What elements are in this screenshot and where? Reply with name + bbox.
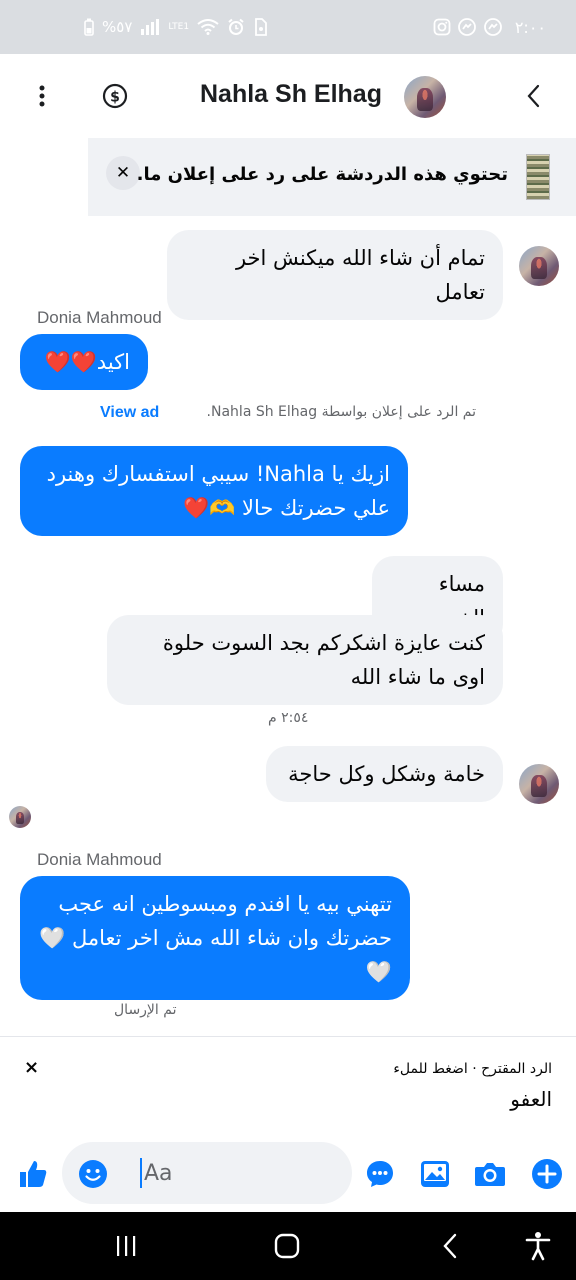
close-banner-button[interactable]: ✕ [106, 156, 140, 190]
plus-circle-icon [532, 1159, 562, 1189]
chat-extensions-button[interactable] [362, 1156, 398, 1192]
ad-reply-banner: ✕ تحتوي هذه الدردشة على رد على إعلان ما. [88, 138, 576, 216]
dollar-icon: $ [102, 83, 128, 109]
system-nav-bar [0, 1212, 576, 1280]
message-bubble[interactable]: خامة وشكل وكل حاجة [266, 746, 503, 802]
more-vertical-icon [39, 85, 45, 107]
more-options-button[interactable] [24, 78, 60, 114]
emoji-button[interactable] [75, 1156, 111, 1192]
thumbs-up-icon [20, 1161, 47, 1187]
accessibility-icon [525, 1232, 551, 1261]
wifi-icon [197, 19, 219, 35]
home-icon [274, 1233, 300, 1259]
back-button[interactable] [515, 78, 551, 114]
status-icons: %٥٧ LTE1 [84, 18, 267, 36]
accessibility-button[interactable] [520, 1230, 556, 1262]
alarm-icon [227, 18, 245, 36]
notification-icon [253, 18, 267, 36]
back-icon [443, 1233, 457, 1259]
battery-icon [84, 18, 94, 36]
recent-apps-icon [117, 1236, 136, 1256]
emoji-icon [79, 1160, 107, 1188]
message-bubble[interactable]: اكيد❤️❤️ [20, 334, 148, 390]
battery-percent: %٥٧ [102, 18, 133, 36]
recent-apps-button[interactable] [108, 1230, 144, 1262]
sender-avatar[interactable] [519, 246, 559, 286]
message-bubble[interactable]: كنت عايزة اشكركم بجد السوت حلوة اوى ما ش… [107, 615, 503, 705]
suggested-reply[interactable]: × الرد المقترح · اضغط للملء العفو [0, 1036, 576, 1136]
close-icon: ✕ [115, 163, 131, 183]
chat-title[interactable]: Nahla Sh Elhag [200, 80, 382, 109]
message-bubble[interactable]: تتهني بيه يا افندم ومبسوطين انه عجب حضرت… [20, 876, 410, 1000]
chat-bubble-icon [367, 1161, 393, 1187]
read-receipt-avatar [9, 806, 31, 828]
nav-back-button[interactable] [432, 1230, 468, 1262]
svg-text:$: $ [110, 90, 120, 106]
camera-button[interactable] [472, 1156, 508, 1192]
image-icon [421, 1161, 449, 1187]
view-ad-link[interactable]: View ad [100, 404, 159, 422]
messenger-status-icon [457, 17, 477, 37]
instagram-icon [433, 18, 451, 36]
contact-avatar[interactable] [404, 76, 446, 118]
signal-icon [140, 19, 160, 35]
more-actions-button[interactable] [529, 1156, 565, 1192]
message-bubble[interactable]: تمام أن شاء الله ميكنش اخر تعامل [167, 230, 503, 320]
camera-icon [475, 1163, 505, 1186]
sender-name: Donia Mahmoud [37, 850, 162, 869]
message-input[interactable] [140, 1158, 340, 1188]
status-right: ٢:٠٠ [433, 17, 546, 37]
ad-banner-text: تحتوي هذه الدردشة على رد على إعلان ما. [136, 164, 508, 185]
like-button[interactable] [15, 1156, 51, 1192]
sender-avatar[interactable] [519, 764, 559, 804]
suggested-reply-label: الرد المقترح · اضغط للملء [393, 1061, 552, 1077]
network-label: LTE1 [168, 21, 190, 32]
message-bubble[interactable]: ازيك يا Nahla! سيبي استفسارك وهنرد علي ح… [20, 446, 408, 536]
sender-name: Donia Mahmoud [37, 308, 162, 327]
dismiss-suggestion-icon[interactable]: × [24, 1057, 39, 1078]
composer [0, 1136, 576, 1212]
suggested-reply-text[interactable]: العفو [510, 1087, 552, 1111]
status-bar: %٥٧ LTE1 ٢:٠٠ [0, 0, 576, 54]
home-button[interactable] [269, 1230, 305, 1262]
ad-reply-note: تم الرد على إعلان بواسطة Nahla Sh Elhag. [206, 404, 476, 420]
sent-status: تم الإرسال [114, 1002, 177, 1018]
gallery-button[interactable] [417, 1156, 453, 1192]
message-timestamp: ٢:٥٤ م [268, 710, 309, 726]
messenger-status-icon-2 [483, 17, 503, 37]
chat-header: $ Nahla Sh Elhag [0, 54, 576, 138]
ad-thumbnail[interactable] [526, 154, 550, 200]
payments-button[interactable]: $ [97, 78, 133, 114]
status-time: ٢:٠٠ [514, 17, 546, 37]
chevron-left-icon [527, 84, 540, 108]
